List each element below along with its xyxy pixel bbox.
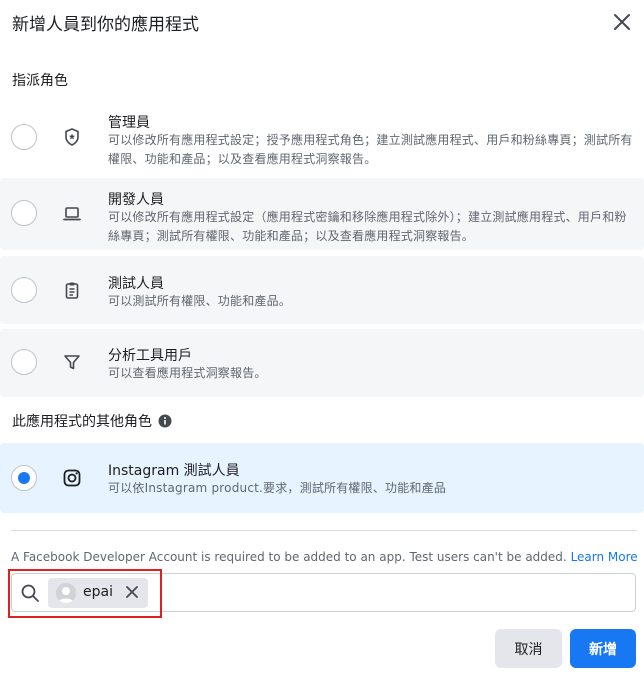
role-name-tester: 測試人員 [108,276,164,292]
info-icon[interactable] [158,414,172,428]
filter-icon [64,355,80,370]
remove-token-icon[interactable] [125,585,139,599]
role-desc-instagram-tester: 可以依Instagram product.要求，測試所有權限、功能和產品 [108,481,447,495]
role-radio-developer[interactable] [11,200,37,226]
close-icon[interactable] [612,12,632,32]
shield-icon [65,128,79,146]
role-name-instagram-tester: Instagram 測試人員 [108,463,240,479]
role-radio-tester[interactable] [11,277,37,303]
add-button[interactable]: 新增 [570,629,636,668]
instagram-icon [63,469,81,487]
add-people-dialog: 新增人員到你的應用程式 指派角色 管理員 可以修改所有應用程式設定；授予應用程式… [0,0,644,680]
learn-more-link[interactable]: Learn More [571,550,638,564]
divider [11,530,637,531]
dialog-header: 新增人員到你的應用程式 [0,0,644,44]
clipboard-icon [65,282,79,299]
role-name-analytics-user: 分析工具用戶 [108,348,192,364]
role-desc-tester: 可以測試所有權限、功能和產品。 [108,294,292,308]
selected-user-token[interactable]: epai [48,578,148,608]
laptop-icon [63,207,81,221]
assign-role-label: 指派角色 [12,73,68,89]
token-label: epai [83,584,113,600]
role-radio-instagram-tester[interactable] [11,465,37,491]
other-roles-label-text: 此應用程式的其他角色 [12,414,152,430]
role-option-instagram-tester[interactable]: Instagram 測試人員 可以依Instagram product.要求，測… [0,443,644,513]
people-search-input[interactable]: epai [11,573,636,612]
role-desc-developer: 可以修改所有應用程式設定（應用程式密鑰和移除應用程式除外）；建立測試應用程式、用… [108,210,627,243]
notice-text: A Facebook Developer Account is required… [11,550,567,564]
role-option-developer[interactable]: 開發人員 可以修改所有應用程式設定（應用程式密鑰和移除應用程式除外）；建立測試應… [0,178,644,250]
role-desc-admin: 可以修改所有應用程式設定；授予應用程式角色；建立測試應用程式、用戶和粉絲專頁；測… [108,133,633,166]
role-option-tester[interactable]: 測試人員 可以測試所有權限、功能和產品。 [0,256,644,324]
developer-account-notice: A Facebook Developer Account is required… [11,550,638,564]
dialog-title: 新增人員到你的應用程式 [12,15,199,35]
cancel-button[interactable]: 取消 [495,629,562,668]
other-roles-label: 此應用程式的其他角色 [12,411,172,431]
role-name-admin: 管理員 [108,115,150,131]
role-radio-admin[interactable] [11,124,37,150]
role-radio-analytics-user[interactable] [11,349,37,375]
role-option-admin[interactable]: 管理員 可以修改所有應用程式設定；授予應用程式角色；建立測試應用程式、用戶和粉絲… [0,100,644,174]
role-option-analytics-user[interactable]: 分析工具用戶 可以查看應用程式洞察報告。 [0,329,644,397]
search-icon [21,584,39,602]
role-name-developer: 開發人員 [108,192,164,208]
role-desc-analytics-user: 可以查看應用程式洞察報告。 [108,366,267,380]
avatar [56,583,76,603]
